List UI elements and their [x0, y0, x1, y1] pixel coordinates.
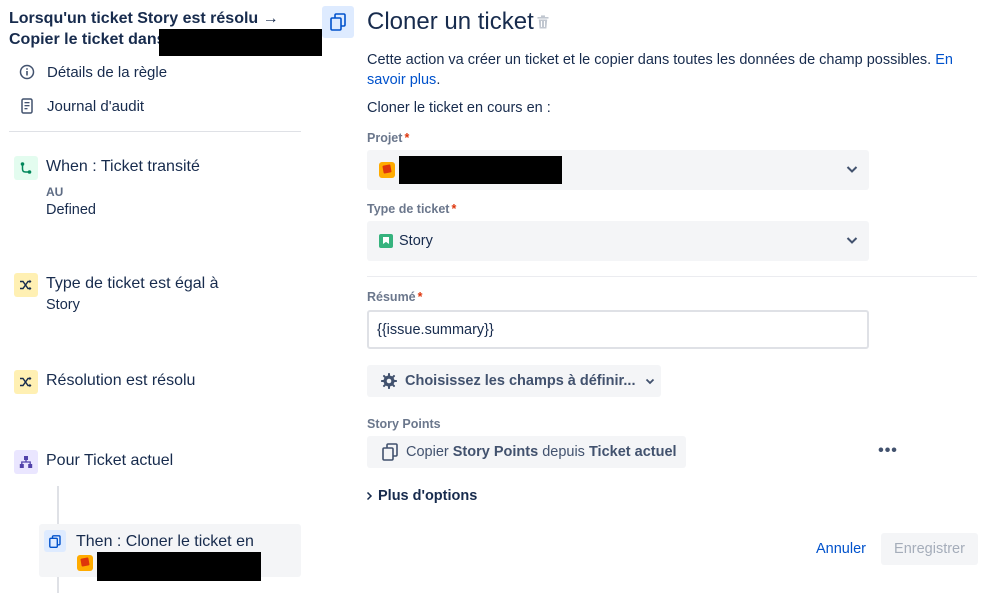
step-action-clone-label: Then : Cloner le ticket en: [76, 533, 254, 550]
more-options-toggle[interactable]: Plus d'options: [366, 488, 477, 504]
copy-from: depuis: [542, 444, 585, 460]
project-icon-mark: [80, 557, 90, 567]
choose-fields-button[interactable]: Choisissez les champs à définir...: [367, 365, 661, 397]
redacted-project-name: [159, 29, 322, 56]
step-trigger-sub-key: AU: [46, 185, 64, 199]
summary-label: Résumé *: [367, 290, 423, 304]
step-branch-label: Pour Ticket actuel: [46, 452, 174, 469]
chevron-down-icon: [644, 375, 656, 387]
sidebar-divider: [9, 131, 301, 132]
save-button[interactable]: Enregistrer: [881, 533, 978, 565]
step-trigger-label: When : Ticket transité: [46, 158, 200, 175]
trash-icon[interactable]: [537, 15, 549, 34]
step-condition-issue-type-label: Type de ticket est égal à: [46, 275, 219, 292]
copy-icon: [44, 530, 66, 552]
redacted-project-name: [399, 156, 562, 184]
form-divider: [367, 276, 977, 277]
nav-rule-details[interactable]: Détails de la règle: [18, 63, 167, 81]
copy-icon: [382, 443, 398, 461]
project-label-text: Projet: [367, 131, 403, 145]
more-options-label: Plus d'options: [378, 488, 478, 504]
gear-icon: [380, 372, 398, 390]
issue-type-select[interactable]: Story: [367, 221, 869, 261]
issue-type-label: Type de ticket *: [367, 202, 456, 216]
step-trigger-sub-value: Defined: [46, 202, 96, 218]
chevron-down-icon: [845, 162, 859, 181]
summary-label-text: Résumé: [367, 290, 416, 304]
copy-field: Story Points: [452, 444, 539, 460]
panel-description: Cette action va créer un ticket et le co…: [367, 50, 967, 90]
required-mark: *: [417, 290, 423, 304]
story-points-copy-button[interactable]: Copier Story Points depuis Ticket actuel: [367, 436, 686, 468]
project-label: Projet *: [367, 131, 409, 145]
copy-icon: [322, 6, 354, 38]
project-select[interactable]: [367, 150, 869, 190]
cancel-button[interactable]: Annuler: [806, 533, 876, 565]
hierarchy-icon: [14, 450, 38, 474]
nav-audit-log-label: Journal d'audit: [47, 97, 145, 115]
step-condition-issue-type-value: Story: [46, 297, 80, 313]
clone-into-label: Cloner le ticket en cours en :: [367, 100, 551, 116]
rule-sidebar: Lorsqu'un ticket Story est résolu → Copi…: [0, 0, 322, 593]
required-mark: *: [451, 202, 457, 216]
panel-description-period: .: [436, 72, 441, 88]
panel-description-text: Cette action va créer un ticket et le co…: [367, 52, 932, 68]
rule-title-line1: Lorsqu'un ticket Story est résolu →: [9, 10, 279, 27]
transition-icon: [14, 156, 38, 180]
issue-type-value: Story: [399, 233, 433, 249]
nav-audit-log[interactable]: Journal d'audit: [18, 97, 144, 115]
step-condition-resolution-label: Résolution est résolu: [46, 372, 196, 389]
story-icon: [379, 234, 393, 248]
document-icon: [18, 97, 36, 115]
shuffle-icon: [14, 273, 38, 297]
shuffle-icon: [14, 370, 38, 394]
required-mark: *: [404, 131, 410, 145]
nav-rule-details-label: Détails de la règle: [47, 63, 168, 81]
story-points-label: Story Points: [367, 417, 441, 431]
panel-title: Cloner un ticket: [367, 8, 534, 35]
copy-source: Ticket actuel: [588, 444, 677, 460]
more-actions-button[interactable]: •••: [877, 440, 899, 462]
chevron-down-icon: [845, 233, 859, 252]
redacted-project-name: [97, 552, 261, 581]
info-icon: [18, 63, 36, 81]
project-icon: [379, 162, 395, 178]
summary-input[interactable]: [367, 310, 869, 349]
copy-prefix: Copier: [406, 444, 449, 460]
choose-fields-label: Choisissez les champs à définir...: [405, 373, 636, 389]
chevron-right-icon: [366, 491, 373, 501]
issue-type-label-text: Type de ticket: [367, 202, 450, 216]
step-action-clone[interactable]: Then : Cloner le ticket en: [39, 524, 301, 581]
